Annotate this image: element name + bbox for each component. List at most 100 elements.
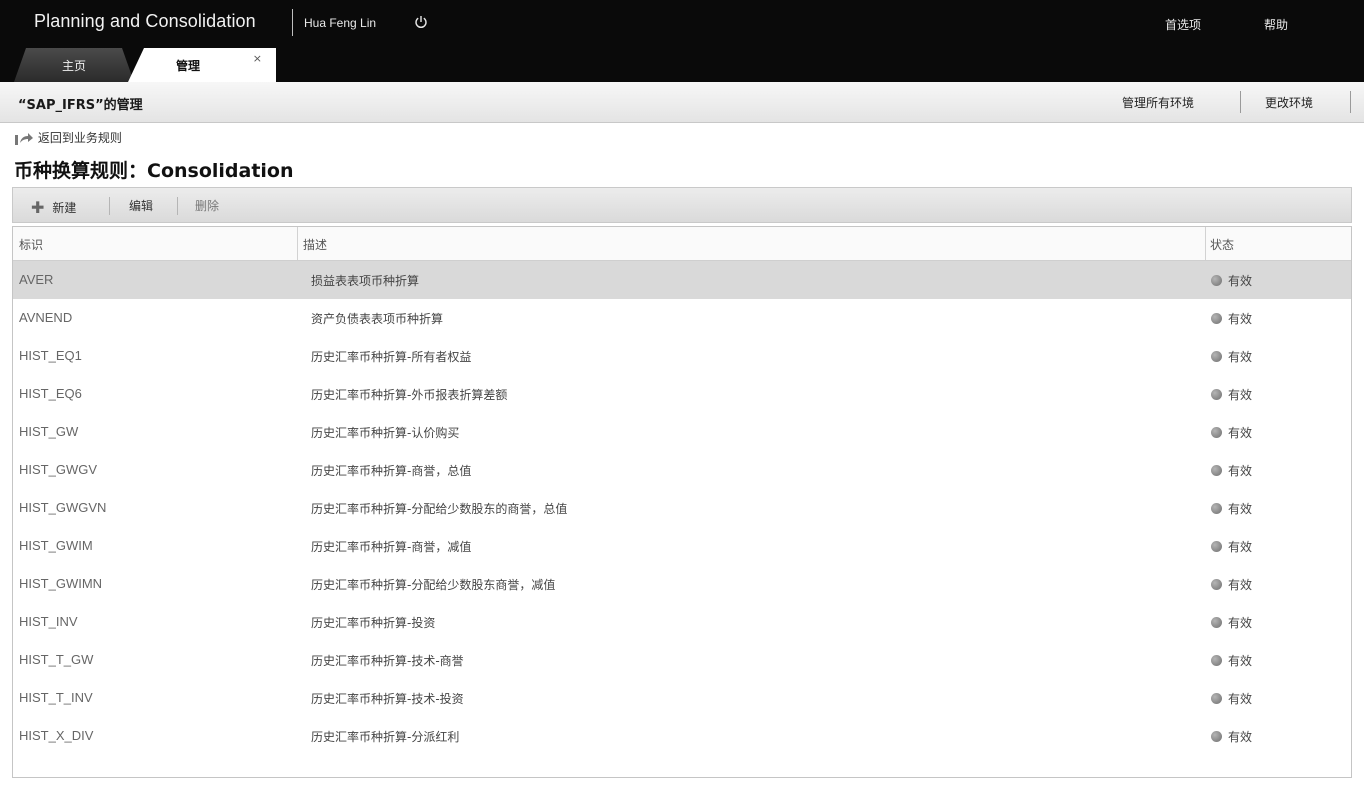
close-icon[interactable]: ×	[253, 52, 262, 65]
rule-status: 有效	[1211, 576, 1252, 593]
user-name: Hua Feng Lin	[304, 16, 377, 30]
back-link-label: 返回到业务规则	[37, 131, 122, 145]
status-dot-icon	[1211, 693, 1222, 704]
rule-id: AVNEND	[19, 310, 73, 325]
table-row[interactable]: HIST_T_GW 历史汇率币种折算-技术-商誉 有效	[13, 641, 1351, 679]
status-label: 有效	[1228, 350, 1253, 364]
column-header-description[interactable]: 描述	[303, 236, 327, 253]
rule-id: HIST_GWGVN	[19, 500, 107, 515]
table-row[interactable]: HIST_X_DIV 历史汇率币种折算-分派红利 有效	[13, 717, 1351, 755]
preferences-link[interactable]: 首选项	[1165, 16, 1201, 33]
power-icon[interactable]	[414, 15, 428, 29]
rule-status: 有效	[1211, 424, 1252, 441]
rule-description: 历史汇率币种折算-外币报表折算差额	[311, 388, 508, 402]
edit-button[interactable]: 编辑	[129, 197, 153, 214]
status-dot-icon	[1211, 465, 1222, 476]
rule-description: 历史汇率币种折算-分派红利	[311, 730, 460, 744]
divider	[1350, 91, 1351, 113]
rule-description: 历史汇率币种折算-技术-商誉	[311, 654, 464, 668]
table-row[interactable]: HIST_EQ6 历史汇率币种折算-外币报表折算差额 有效	[13, 375, 1351, 413]
table-row[interactable]: AVNEND 资产负债表表项币种折算 有效	[13, 299, 1351, 337]
rule-id: HIST_T_GW	[19, 652, 94, 667]
table-row[interactable]: HIST_GWIM 历史汇率币种折算-商誉，减值 有效	[13, 527, 1351, 565]
rule-status: 有效	[1211, 614, 1252, 631]
rule-status: 有效	[1211, 652, 1252, 669]
rule-description: 历史汇率币种折算-所有者权益	[311, 350, 472, 364]
rule-description: 历史汇率币种折算-商誉，减值	[311, 540, 472, 554]
table-row[interactable]: HIST_GWGV 历史汇率币种折算-商誉，总值 有效	[13, 451, 1351, 489]
rule-description: 历史汇率币种折算-分配给少数股东的商誉，总值	[311, 502, 568, 516]
column-divider	[1205, 227, 1206, 260]
table-row[interactable]: HIST_EQ1 历史汇率币种折算-所有者权益 有效	[13, 337, 1351, 375]
divider	[1240, 91, 1241, 113]
status-dot-icon	[1211, 617, 1222, 628]
toolbar-divider	[177, 197, 178, 215]
column-header-id[interactable]: 标识	[19, 236, 43, 253]
table-header: 标识 描述 状态	[13, 227, 1351, 261]
table-row[interactable]: HIST_GW 历史汇率币种折算-认价购买 有效	[13, 413, 1351, 451]
rule-description: 历史汇率币种折算-认价购买	[311, 426, 460, 440]
toolbar: ✚ 新建 编辑 删除	[12, 187, 1352, 223]
rule-id: HIST_INV	[19, 614, 78, 629]
status-dot-icon	[1211, 655, 1222, 666]
status-label: 有效	[1228, 540, 1253, 554]
rule-status: 有效	[1211, 310, 1252, 327]
rule-id: HIST_EQ1	[19, 348, 82, 363]
status-label: 有效	[1228, 616, 1253, 630]
sub-header-bar: “SAP_IFRS”的管理 管理所有环境 更改环境	[0, 82, 1364, 123]
status-label: 有效	[1228, 654, 1253, 668]
new-button-label: 新建	[52, 201, 77, 215]
rule-status: 有效	[1211, 538, 1252, 555]
toolbar-divider	[109, 197, 110, 215]
status-label: 有效	[1228, 692, 1253, 706]
status-dot-icon	[1211, 275, 1222, 286]
table-row[interactable]: HIST_T_INV 历史汇率币种折算-技术-投资 有效	[13, 679, 1351, 717]
rule-id: HIST_EQ6	[19, 386, 82, 401]
back-to-business-rules-link[interactable]: 返回到业务规则	[14, 129, 122, 146]
top-header-bar: Planning and Consolidation Hua Feng Lin …	[0, 0, 1364, 82]
tab-home-label: 主页	[62, 59, 87, 73]
rule-status: 有效	[1211, 348, 1252, 365]
status-dot-icon	[1211, 731, 1222, 742]
new-button[interactable]: ✚ 新建	[31, 197, 77, 217]
table-row[interactable]: AVER 损益表表项币种折算 有效	[13, 261, 1351, 299]
rule-id: AVER	[19, 272, 54, 287]
table-row[interactable]: HIST_GWGVN 历史汇率币种折算-分配给少数股东的商誉，总值 有效	[13, 489, 1351, 527]
status-label: 有效	[1228, 730, 1253, 744]
rule-id: HIST_T_INV	[19, 690, 93, 705]
rule-id: HIST_X_DIV	[19, 728, 94, 743]
status-label: 有效	[1228, 426, 1253, 440]
rule-id: HIST_GW	[19, 424, 79, 439]
rule-description: 历史汇率币种折算-商誉，总值	[311, 464, 472, 478]
app-title: Planning and Consolidation	[34, 11, 256, 31]
help-link[interactable]: 帮助	[1264, 16, 1288, 33]
manage-all-environments-link[interactable]: 管理所有环境	[1122, 94, 1194, 111]
delete-button[interactable]: 删除	[195, 197, 219, 214]
column-divider	[297, 227, 298, 260]
tab-home[interactable]: 主页	[14, 48, 134, 82]
status-dot-icon	[1211, 579, 1222, 590]
change-environment-link[interactable]: 更改环境	[1265, 94, 1313, 111]
rule-status: 有效	[1211, 272, 1252, 289]
column-header-status[interactable]: 状态	[1210, 236, 1234, 253]
status-dot-icon	[1211, 389, 1222, 400]
back-arrow-icon	[15, 132, 33, 145]
rule-status: 有效	[1211, 690, 1252, 707]
status-label: 有效	[1228, 464, 1253, 478]
rule-description: 历史汇率币种折算-技术-投资	[311, 692, 464, 706]
rule-description: 历史汇率币种折算-投资	[311, 616, 436, 630]
rule-status: 有效	[1211, 728, 1252, 745]
rule-status: 有效	[1211, 500, 1252, 517]
status-label: 有效	[1228, 274, 1253, 288]
rule-status: 有效	[1211, 386, 1252, 403]
table-row[interactable]: HIST_GWIMN 历史汇率币种折算-分配给少数股东商誉，减值 有效	[13, 565, 1351, 603]
plus-icon: ✚	[31, 198, 45, 217]
rule-id: HIST_GWIM	[19, 538, 93, 553]
environment-title: “SAP_IFRS”的管理	[18, 98, 143, 113]
rule-id: HIST_GWGV	[19, 462, 98, 477]
page-title: 币种换算规则：Consolidation	[14, 160, 294, 182]
table-row[interactable]: HIST_INV 历史汇率币种折算-投资 有效	[13, 603, 1351, 641]
tab-manage[interactable]: 管理 ×	[128, 48, 276, 82]
status-label: 有效	[1228, 502, 1253, 516]
header-divider	[292, 9, 293, 36]
